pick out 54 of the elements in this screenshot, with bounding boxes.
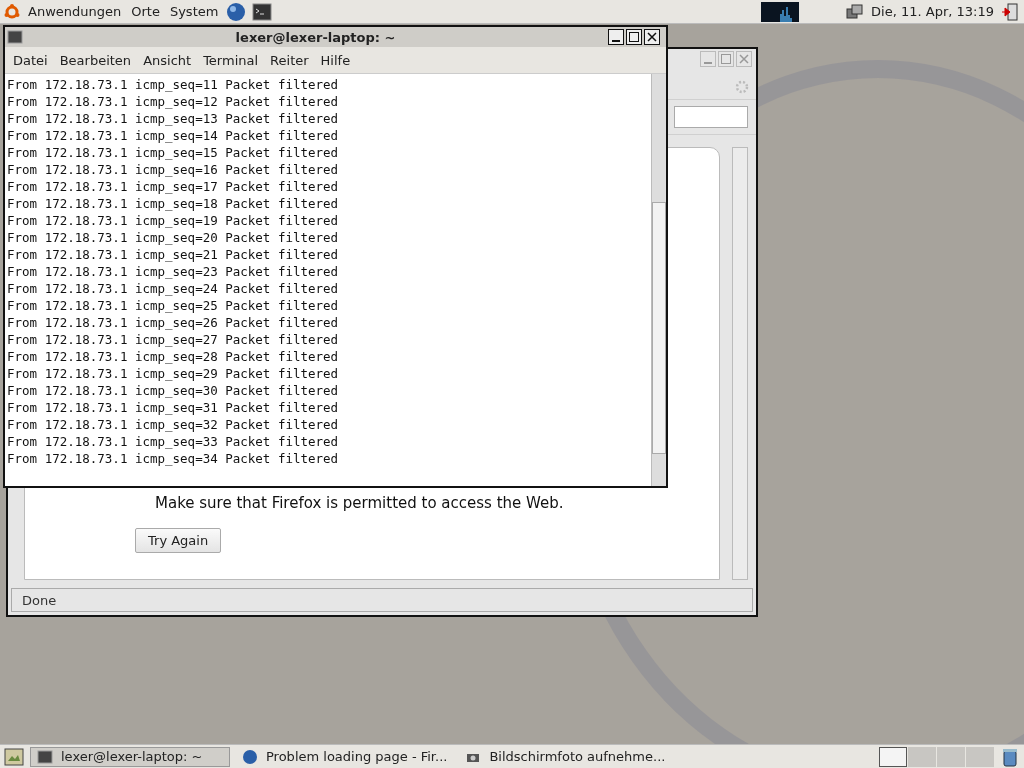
taskbar-button[interactable]: Problem loading page - Fir...	[236, 746, 454, 767]
terminal-line: From 172.18.73.1 icmp_seq=14 Packet filtered	[7, 127, 339, 144]
logout-icon[interactable]	[1000, 1, 1020, 22]
loading-icon	[734, 79, 750, 95]
panel-menu[interactable]: Orte	[129, 4, 162, 19]
terminal-line: From 172.18.73.1 icmp_seq=28 Packet filtered	[7, 348, 339, 365]
terminal-line: From 172.18.73.1 icmp_seq=11 Packet filtered	[7, 76, 339, 93]
globe-icon	[242, 748, 258, 765]
taskbar-button[interactable]: Bildschirmfoto aufnehme...	[459, 746, 672, 767]
clock[interactable]: Die, 11. Apr, 13:19	[871, 4, 994, 19]
terminal-line: From 172.18.73.1 icmp_seq=12 Packet filtered	[7, 93, 339, 110]
terminal-line: From 172.18.73.1 icmp_seq=20 Packet filtered	[7, 229, 339, 246]
terminal-line: From 172.18.73.1 icmp_seq=26 Packet filtered	[7, 314, 339, 331]
terminal-line: From 172.18.73.1 icmp_seq=15 Packet filtered	[7, 144, 339, 161]
show-desktop-icon[interactable]	[4, 746, 24, 767]
workspace-button[interactable]	[879, 746, 907, 767]
terminal-line: From 172.18.73.1 icmp_seq=30 Packet filtered	[7, 382, 339, 399]
taskbar-button[interactable]: lexer@lexer-laptop: ~	[30, 746, 230, 767]
menu-item[interactable]: Ansicht	[143, 52, 192, 68]
terminal-line: From 172.18.73.1 icmp_seq=34 Packet filtered	[7, 450, 339, 467]
terminal-line: From 172.18.73.1 icmp_seq=23 Packet filtered	[7, 263, 339, 280]
terminal-line: From 172.18.73.1 icmp_seq=16 Packet filtered	[7, 161, 339, 178]
trash-icon[interactable]	[1000, 746, 1020, 767]
panel-menu[interactable]: System	[167, 4, 221, 19]
terminal-line: From 172.18.73.1 icmp_seq=24 Packet filtered	[7, 280, 339, 297]
minimize-icon[interactable]	[608, 29, 624, 45]
terminal-line: From 172.18.73.1 icmp_seq=25 Packet filtered	[7, 297, 339, 314]
terminal-line: From 172.18.73.1 icmp_seq=27 Packet filtered	[7, 331, 339, 348]
terminal-line: From 172.18.73.1 icmp_seq=33 Packet filtered	[7, 433, 339, 450]
error-message: Make sure that Firefox is permitted to access the Web.	[155, 494, 565, 512]
close-icon[interactable]	[644, 29, 660, 45]
status-text: Done	[22, 592, 57, 608]
panel-menu[interactable]: Anwendungen	[26, 4, 124, 19]
terminal-line: From 172.18.73.1 icmp_seq=18 Packet filtered	[7, 195, 339, 212]
terminal-line: From 172.18.73.1 icmp_seq=29 Packet filtered	[7, 365, 339, 382]
menu-item[interactable]: Reiter	[270, 52, 309, 68]
terminal-line: From 172.18.73.1 icmp_seq=19 Packet filtered	[7, 212, 339, 229]
url-field[interactable]	[674, 106, 748, 128]
menu-item[interactable]: Hilfe	[320, 52, 351, 68]
terminal-line: From 172.18.73.1 icmp_seq=31 Packet filtered	[7, 399, 339, 416]
maximize-icon[interactable]	[626, 29, 642, 45]
logo-icon	[4, 3, 20, 20]
globe-icon[interactable]	[226, 1, 247, 22]
menu-item[interactable]: Terminal	[203, 52, 259, 68]
menu-item[interactable]: Bearbeiten	[59, 52, 132, 68]
window-title: lexer@lexer-laptop: ~	[234, 29, 397, 45]
terminal-line: From 172.18.73.1 icmp_seq=32 Packet filtered	[7, 416, 339, 433]
network-icon[interactable]	[845, 1, 866, 22]
try-again-button[interactable]: Try Again	[135, 528, 222, 553]
terminal-line: From 172.18.73.1 icmp_seq=13 Packet filtered	[7, 110, 339, 127]
terminal-line: From 172.18.73.1 icmp_seq=21 Packet filtered	[7, 246, 339, 263]
cpu-monitor-icon	[761, 1, 800, 22]
menu-item[interactable]: Datei	[13, 52, 48, 68]
terminal-line: From 172.18.73.1 icmp_seq=17 Packet filtered	[7, 178, 339, 195]
